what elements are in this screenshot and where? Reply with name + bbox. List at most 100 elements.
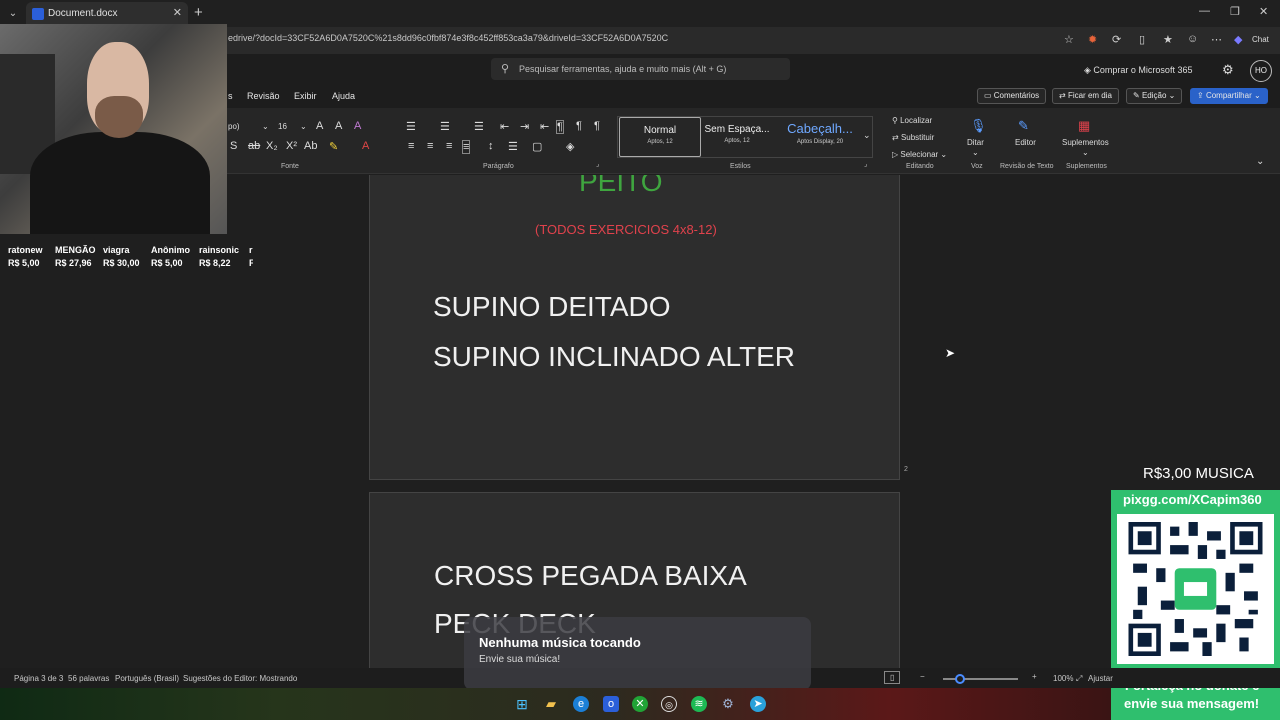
fit-label[interactable]: Ajustar xyxy=(1088,674,1113,683)
minimize-icon[interactable]: — xyxy=(1199,5,1210,17)
select-button[interactable]: ▷ Selecionar ⌄ xyxy=(892,150,947,159)
telegram-icon[interactable]: ➤ xyxy=(750,696,766,712)
exercise-line[interactable]: SUPINO DEITADO xyxy=(433,291,671,323)
line-spacing-icon[interactable]: ↕ xyxy=(488,140,494,152)
steam-icon[interactable]: ⚙ xyxy=(720,696,736,712)
numbering-icon[interactable]: ☰ xyxy=(440,120,450,133)
exercise-line[interactable]: SUPINO INCLINADO ALTER xyxy=(433,341,795,373)
comments-button[interactable]: ▭ Comentários xyxy=(977,88,1047,104)
page-count[interactable]: Página 3 de 3 xyxy=(14,674,63,683)
font-color-icon[interactable]: A xyxy=(362,140,369,152)
increase-indent-icon[interactable]: ⇥ xyxy=(520,120,529,133)
subscript-icon[interactable]: X₂ xyxy=(266,140,278,152)
multilevel-list-icon[interactable]: ☰ xyxy=(474,120,484,133)
word-count[interactable]: 56 palavras xyxy=(68,674,109,683)
restore-icon[interactable]: ❐ xyxy=(1230,5,1240,18)
new-tab-icon[interactable]: + xyxy=(194,4,203,21)
file-explorer-icon[interactable]: ▰ xyxy=(543,696,559,712)
profile-icon[interactable]: ☺ xyxy=(1187,33,1198,45)
superscript-icon[interactable]: X² xyxy=(286,140,297,152)
favorite-star-icon[interactable]: ☆ xyxy=(1064,33,1074,46)
tab-ajuda[interactable]: Ajuda xyxy=(332,91,355,101)
font-name-field[interactable]: po) xyxy=(228,122,240,131)
spacing-icon[interactable]: ☰ xyxy=(508,140,518,153)
obs-icon[interactable]: ◎ xyxy=(661,696,677,712)
grow-font-icon[interactable]: A xyxy=(316,120,323,132)
ltr-icon[interactable]: ⇤ xyxy=(540,120,549,133)
document-page[interactable]: PEITO (TODOS EXERCICIOS 4x8-12) SUPINO D… xyxy=(369,175,900,480)
font-name-dropdown-icon[interactable]: ⌄ xyxy=(262,122,269,131)
favorites-icon[interactable]: ★ xyxy=(1163,33,1173,46)
fit-icon[interactable]: ⤢ xyxy=(1076,674,1082,684)
font-size-dropdown-icon[interactable]: ⌄ xyxy=(300,122,307,131)
editing-mode-button[interactable]: ✎ Edição ⌄ xyxy=(1126,88,1183,104)
close-tab-icon[interactable]: ✕ xyxy=(173,6,182,19)
tab-list-dropdown-icon[interactable]: ⌄ xyxy=(4,5,22,23)
zoom-out-icon[interactable]: − xyxy=(920,672,925,681)
heading-peito[interactable]: PEITO xyxy=(579,175,663,198)
gear-icon[interactable]: ⚙ xyxy=(1222,62,1234,78)
paragraph-launcher-icon[interactable]: ⌟ xyxy=(596,160,599,168)
align-center-icon[interactable]: ≡ xyxy=(427,140,433,152)
exercise-line[interactable]: CROSS PEGADA BAIXA xyxy=(434,560,747,592)
align-right-icon[interactable]: ≡ xyxy=(446,140,452,152)
style-no-spacing[interactable]: Sem Espaça... Aptos, 12 xyxy=(701,117,773,157)
xbox-icon[interactable]: ✕ xyxy=(632,696,648,712)
search-box[interactable]: ⚲ Pesquisar ferramentas, ajuda e muito m… xyxy=(491,58,790,80)
chat-label[interactable]: Chat xyxy=(1252,35,1269,44)
strikethrough-icon[interactable]: ab xyxy=(248,140,260,152)
editor-suggestions[interactable]: Sugestões do Editor: Mostrando xyxy=(183,674,297,683)
refresh-extension-icon[interactable]: ⟳ xyxy=(1112,33,1121,46)
dictate-dropdown-icon[interactable]: ⌄ xyxy=(972,148,979,157)
justify-icon[interactable]: ≡ xyxy=(462,140,471,154)
change-case-icon[interactable]: Ab xyxy=(304,140,317,152)
replace-button[interactable]: ⇄ Substituir xyxy=(892,133,934,142)
addins-grid-icon[interactable]: ▦ xyxy=(1078,118,1090,134)
microphone-icon[interactable]: 🎙 xyxy=(970,118,987,134)
borders-icon[interactable]: ▢ xyxy=(532,140,542,153)
windows-start-icon[interactable]: ⊞ xyxy=(514,696,530,712)
split-screen-icon[interactable]: ▯ xyxy=(1139,33,1145,46)
shrink-font-icon[interactable]: A xyxy=(335,120,342,132)
bullets-icon[interactable]: ☰ xyxy=(406,120,416,133)
align-left-icon[interactable]: ≡ xyxy=(408,140,414,152)
highlight-icon[interactable]: ✎ xyxy=(329,140,338,153)
outlook-icon[interactable]: o xyxy=(603,696,619,712)
extension-icon[interactable]: ✹ xyxy=(1088,33,1097,46)
page-view-icon[interactable]: ▯ xyxy=(884,671,901,684)
zoom-in-icon[interactable]: + xyxy=(1032,672,1037,681)
editor-pen-icon[interactable]: ✎ xyxy=(1018,118,1029,134)
style-heading[interactable]: Cabeçalh... Aptos Display, 20 xyxy=(778,117,862,157)
shading-icon[interactable]: ◈ xyxy=(566,140,574,153)
addins-label[interactable]: Suplementos xyxy=(1062,138,1109,147)
browser-tab-document[interactable]: Document.docx ✕ xyxy=(26,2,188,26)
decrease-indent-icon[interactable]: ⇤ xyxy=(500,120,509,133)
show-marks-icon[interactable]: ¶ xyxy=(594,120,600,132)
tab-exibir[interactable]: Exibir xyxy=(294,91,317,101)
font-size-field[interactable]: 16 xyxy=(278,122,287,131)
buy-microsoft-365-link[interactable]: ◈ Comprar o Microsoft 365 xyxy=(1084,65,1192,76)
more-options-icon[interactable]: ⋯ xyxy=(1211,33,1222,46)
edge-browser-icon[interactable]: e xyxy=(573,696,589,712)
addins-dropdown-icon[interactable]: ⌄ xyxy=(1082,148,1089,157)
catch-up-button[interactable]: ⇄ Ficar em dia xyxy=(1052,88,1119,104)
paragraph-mark-active-icon[interactable]: ¶ xyxy=(556,120,564,134)
copilot-icon[interactable]: ◆ xyxy=(1234,33,1242,46)
tab-partial[interactable]: s xyxy=(228,91,233,101)
underline-icon[interactable]: S xyxy=(230,140,237,152)
url-field[interactable]: edrive/?docId=33CF52A6D0A7520C%21s8dd96c… xyxy=(228,33,668,43)
rtl-icon[interactable]: ¶ xyxy=(576,120,582,132)
styles-launcher-icon[interactable]: ⌟ xyxy=(864,160,867,168)
zoom-level[interactable]: 100% xyxy=(1053,674,1073,683)
subheading-exercises[interactable]: (TODOS EXERCICIOS 4x8-12) xyxy=(535,222,717,237)
style-normal[interactable]: Normal Aptos, 12 xyxy=(619,117,701,157)
clear-format-icon[interactable]: A xyxy=(354,120,361,132)
editor-label[interactable]: Editor xyxy=(1015,138,1036,147)
share-button[interactable]: ⇪ Compartilhar ⌄ xyxy=(1190,88,1268,104)
styles-more-icon[interactable]: ⌄ xyxy=(863,130,871,141)
spotify-icon[interactable]: ≋ xyxy=(691,696,707,712)
language[interactable]: Português (Brasil) xyxy=(115,674,179,683)
ribbon-expand-icon[interactable]: ⌄ xyxy=(1256,156,1264,167)
avatar[interactable]: HO xyxy=(1250,60,1272,82)
dictate-label[interactable]: Ditar xyxy=(967,138,984,147)
